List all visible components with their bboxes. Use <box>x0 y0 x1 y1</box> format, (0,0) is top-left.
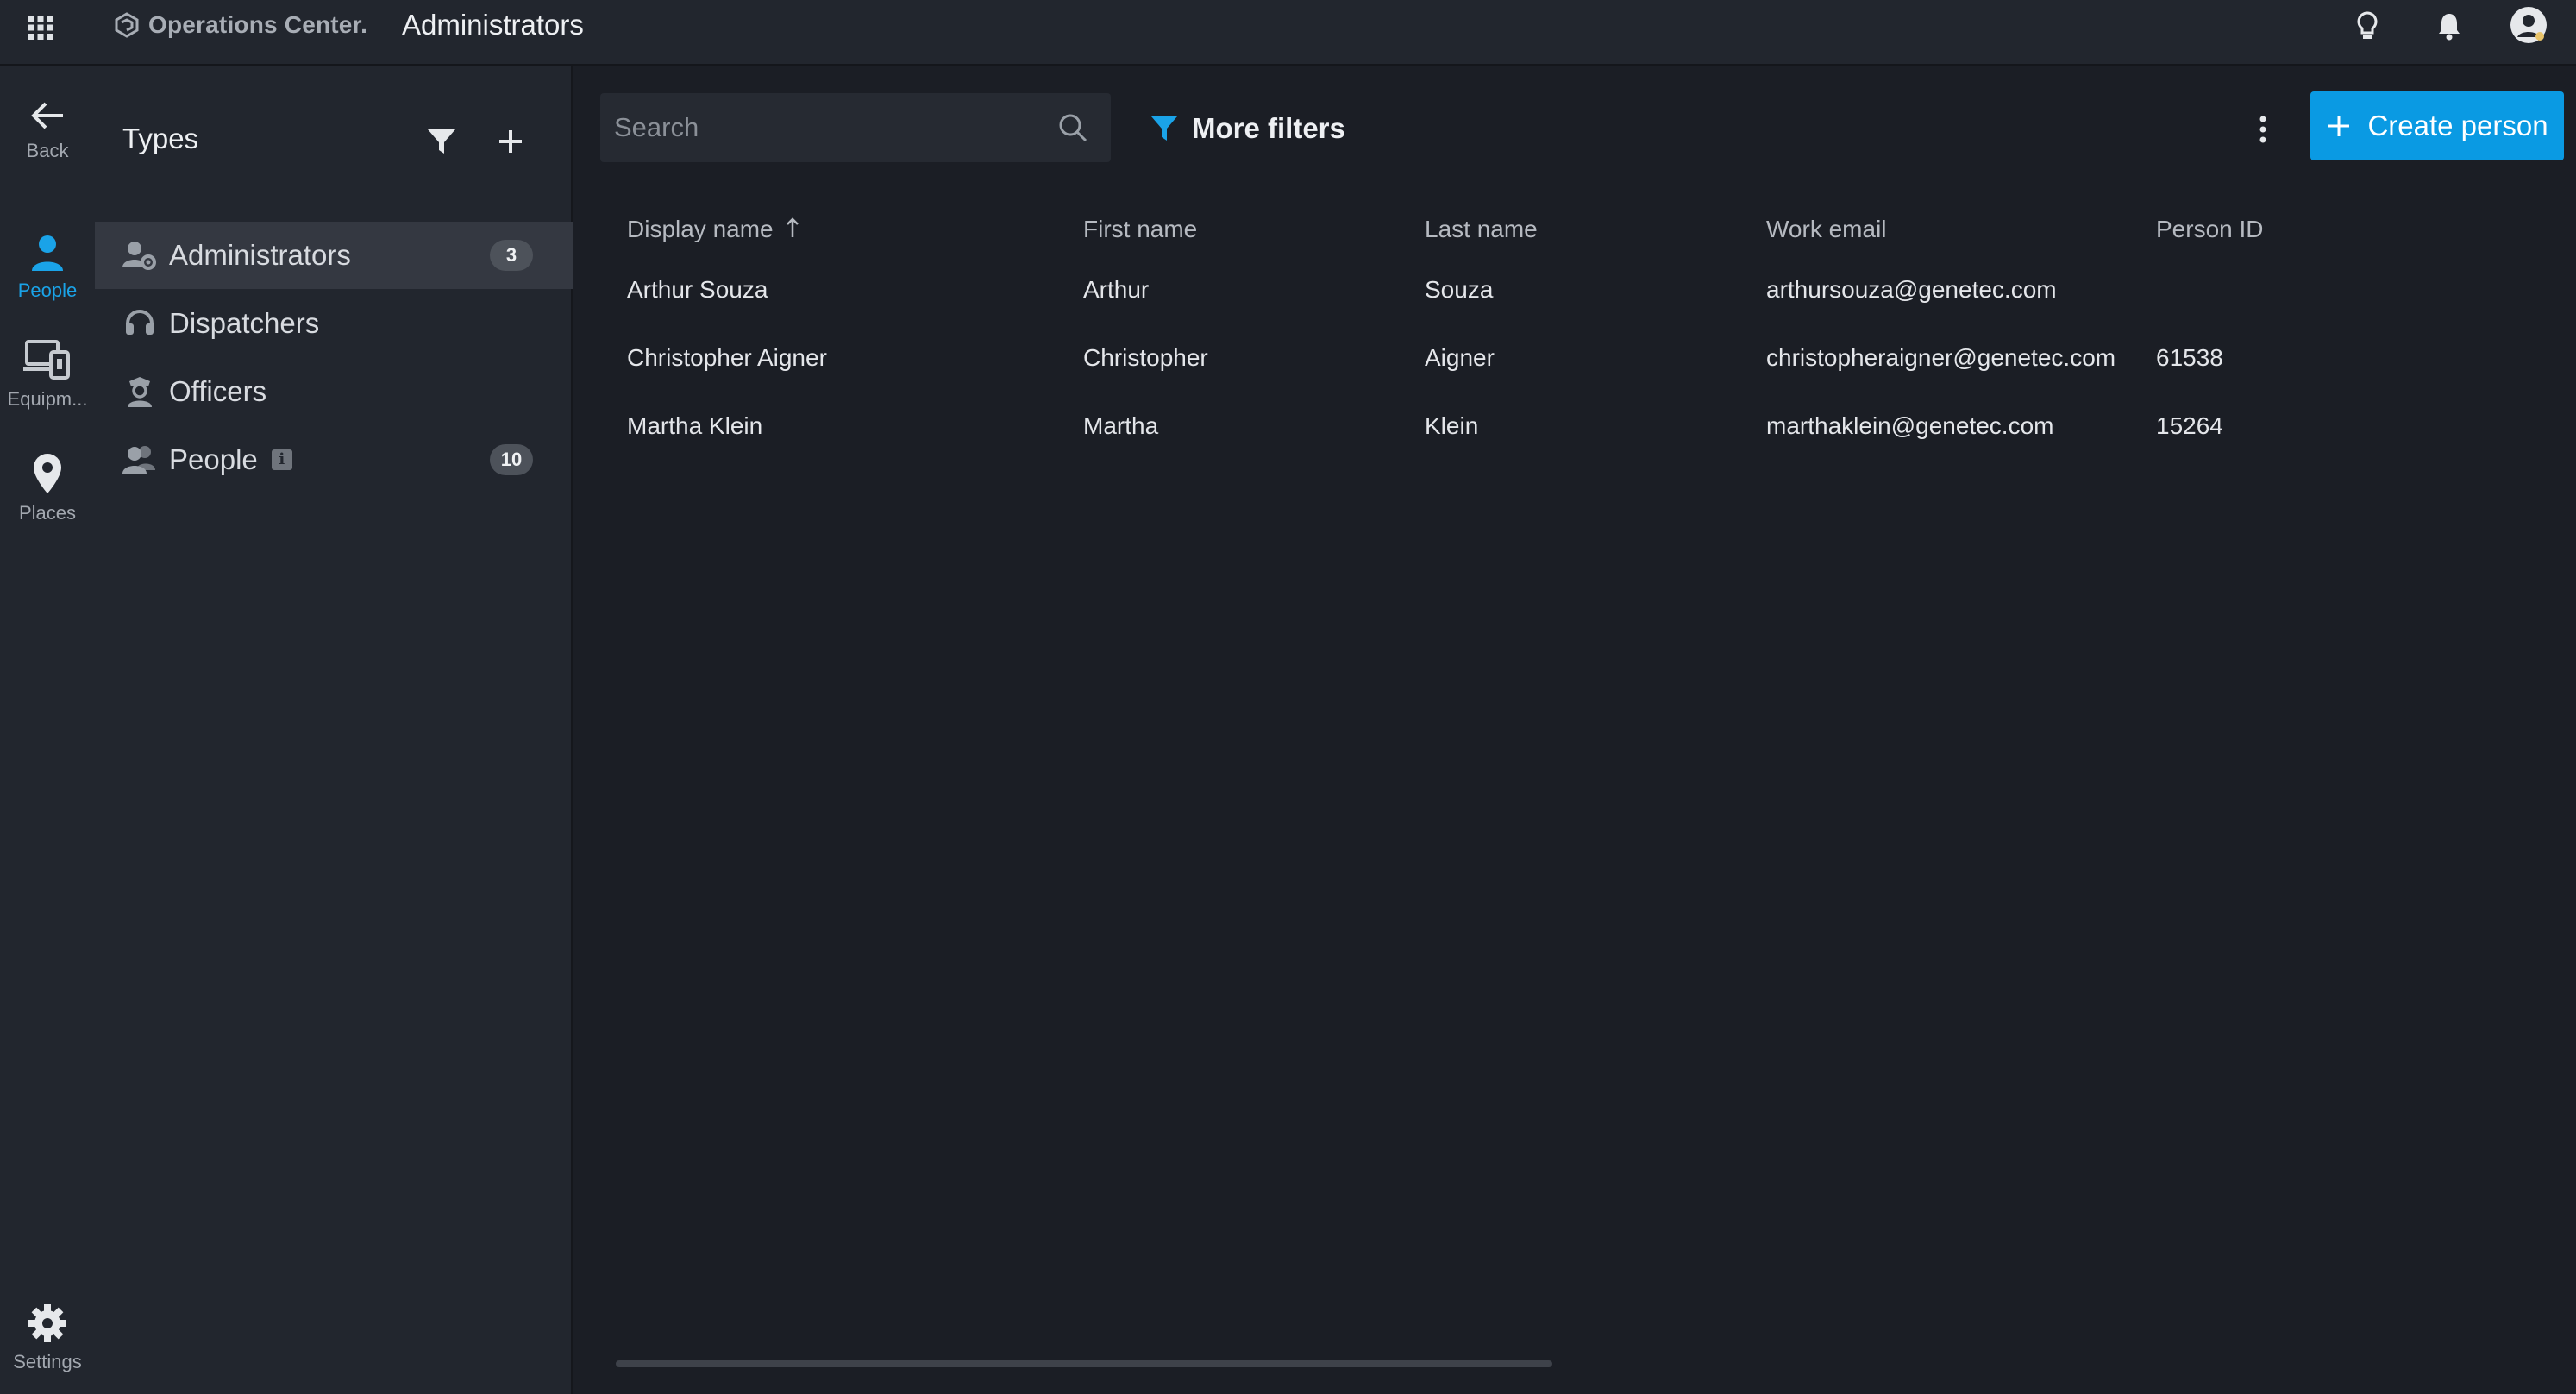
devices-icon <box>23 340 70 380</box>
cell-work-email: marthaklein@genetec.com <box>1766 411 2054 439</box>
type-item-people[interactable]: People i 10 <box>95 426 573 493</box>
table-row[interactable]: Arthur Souza Arthur Souza arthursouza@ge… <box>573 255 2415 323</box>
type-label: Administrators <box>169 239 351 271</box>
type-item-officers[interactable]: Officers <box>95 358 573 425</box>
rail-item-label: Equipm... <box>7 388 88 410</box>
rail-item-people[interactable]: People <box>0 231 95 302</box>
table-row[interactable]: Martha Klein Martha Klein marthaklein@ge… <box>573 392 2415 460</box>
type-item-administrators[interactable]: Administrators 3 <box>95 222 573 289</box>
officer-icon <box>128 377 152 407</box>
types-panel: Types Administrators 3 Dispatchers Offic… <box>95 66 573 1394</box>
rail-item-label: Settings <box>13 1351 82 1372</box>
rail-item-label: People <box>17 279 78 301</box>
brand-logo[interactable]: Operations Center. <box>114 10 367 40</box>
cell-display-name: Martha Klein <box>627 411 763 439</box>
create-person-button[interactable]: Create person <box>2310 91 2564 160</box>
user-gear-icon <box>122 242 156 270</box>
column-header-person-id[interactable]: Person ID <box>2156 204 2415 255</box>
type-label: Dispatchers <box>169 307 320 339</box>
headset-icon <box>126 310 154 335</box>
cell-work-email: arthursouza@genetec.com <box>1766 275 2057 303</box>
cell-first-name: Christopher <box>1083 343 1208 371</box>
cell-person-id: 15264 <box>2156 411 2223 439</box>
cell-person-id: 61538 <box>2156 343 2223 371</box>
column-header-last-name[interactable]: Last name <box>1425 204 1766 255</box>
map-pin-icon <box>34 454 61 493</box>
cell-display-name: Arthur Souza <box>627 275 768 303</box>
cell-last-name: Souza <box>1425 275 1494 303</box>
count-badge: 3 <box>490 240 533 271</box>
add-type-icon[interactable] <box>493 124 528 159</box>
main-content: More filters Create person Display name … <box>573 66 2576 1394</box>
rail-item-label: Places <box>18 502 77 524</box>
filter-icon <box>1151 116 1177 141</box>
gear-icon <box>28 1304 66 1342</box>
more-filters-button[interactable]: More filters <box>1149 107 1345 150</box>
person-icon <box>32 235 63 271</box>
type-item-dispatchers[interactable]: Dispatchers <box>95 290 573 357</box>
column-header-display-name[interactable]: Display name <box>573 204 1083 255</box>
brand-name: Operations Center. <box>148 11 368 38</box>
users-icon <box>122 446 155 474</box>
rail-item-label: Back <box>26 140 69 161</box>
user-avatar-icon[interactable] <box>2509 5 2548 45</box>
cell-person-id <box>2156 255 2415 323</box>
rail-item-settings[interactable]: Settings <box>0 1303 95 1373</box>
arrow-left-icon <box>31 102 63 129</box>
plus-icon <box>2328 116 2350 136</box>
lightbulb-icon[interactable] <box>2350 9 2385 43</box>
cell-first-name: Arthur <box>1083 275 1150 303</box>
rail-item-back[interactable]: Back <box>0 98 95 162</box>
search-input[interactable] <box>600 93 1111 162</box>
rail-item-equipment[interactable]: Equipm... <box>0 338 95 411</box>
left-rail: Back People Equipm... Places Settings <box>0 66 95 1394</box>
more-filters-label: More filters <box>1192 112 1345 144</box>
people-table: Display name First name Last name Work e… <box>573 204 2415 460</box>
info-icon[interactable]: i <box>271 449 292 470</box>
page-title: Administrators <box>402 9 584 41</box>
type-label: Officers <box>169 375 267 407</box>
horizontal-scrollbar[interactable] <box>616 1360 1552 1367</box>
cell-display-name: Christopher Aigner <box>627 343 827 371</box>
create-person-label: Create person <box>2367 110 2548 141</box>
column-header-work-email[interactable]: Work email <box>1766 204 2156 255</box>
sort-ascending-icon <box>786 217 799 237</box>
table-row[interactable]: Christopher Aigner Christopher Aigner ch… <box>573 323 2415 392</box>
filter-icon[interactable] <box>424 124 459 159</box>
more-options-icon[interactable] <box>2246 110 2280 148</box>
column-header-label: Display name <box>627 216 774 242</box>
cell-last-name: Aigner <box>1425 343 1495 371</box>
top-bar: Operations Center. Administrators <box>0 0 2576 66</box>
type-label: People <box>169 443 258 475</box>
bell-icon[interactable] <box>2432 9 2466 43</box>
cell-first-name: Martha <box>1083 411 1159 439</box>
rail-item-places[interactable]: Places <box>0 452 95 524</box>
count-badge: 10 <box>490 444 533 475</box>
logo-mark-icon <box>115 12 139 38</box>
column-header-first-name[interactable]: First name <box>1083 204 1425 255</box>
cell-work-email: christopheraigner@genetec.com <box>1766 343 2116 371</box>
table-header-row: Display name First name Last name Work e… <box>573 204 2415 255</box>
cell-last-name: Klein <box>1425 411 1479 439</box>
types-heading: Types <box>122 122 199 154</box>
apps-grid-icon[interactable] <box>26 13 55 42</box>
